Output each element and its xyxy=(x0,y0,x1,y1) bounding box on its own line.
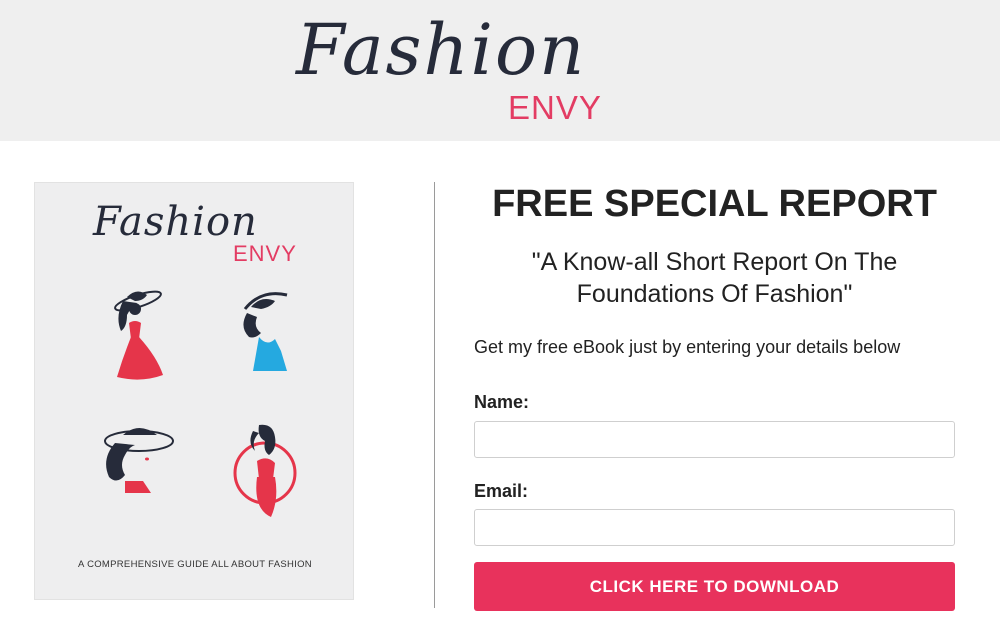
fashion-woman-hat-dress-icon xyxy=(105,287,175,383)
intro-text: Get my free eBook just by entering your … xyxy=(474,337,901,357)
fashion-woman-circle-dress-icon xyxy=(223,421,303,521)
logo-script-text: Fashion xyxy=(296,9,587,91)
name-label: Name: xyxy=(474,392,530,412)
email-label: Email: xyxy=(474,481,529,501)
vertical-divider xyxy=(434,182,435,608)
cover-caption: A COMPREHENSIVE GUIDE ALL ABOUT FASHION xyxy=(78,559,312,570)
download-button[interactable]: CLICK HERE TO DOWNLOAD xyxy=(474,562,955,611)
site-header: Fashion ENVY xyxy=(0,0,1000,141)
ebook-cover: Fashion ENVY A COMPREHENSIVE GUIDE ALL A… xyxy=(34,182,354,600)
name-field[interactable] xyxy=(474,421,955,458)
email-field[interactable] xyxy=(474,509,955,546)
report-subheadline: "A Know-all Short Report On The Foundati… xyxy=(531,248,898,308)
fashion-woman-hat-blue-top-icon xyxy=(231,287,301,383)
logo-sub-text: ENVY xyxy=(508,89,602,126)
page-headline: FREE SPECIAL REPORT xyxy=(492,183,937,225)
cover-logo: Fashion ENVY xyxy=(93,197,313,277)
fashion-woman-wide-hat-icon xyxy=(95,419,179,503)
site-logo[interactable]: Fashion ENVY xyxy=(296,9,616,126)
cover-logo-script: Fashion xyxy=(93,199,258,245)
cover-logo-sub: ENVY xyxy=(233,241,297,266)
